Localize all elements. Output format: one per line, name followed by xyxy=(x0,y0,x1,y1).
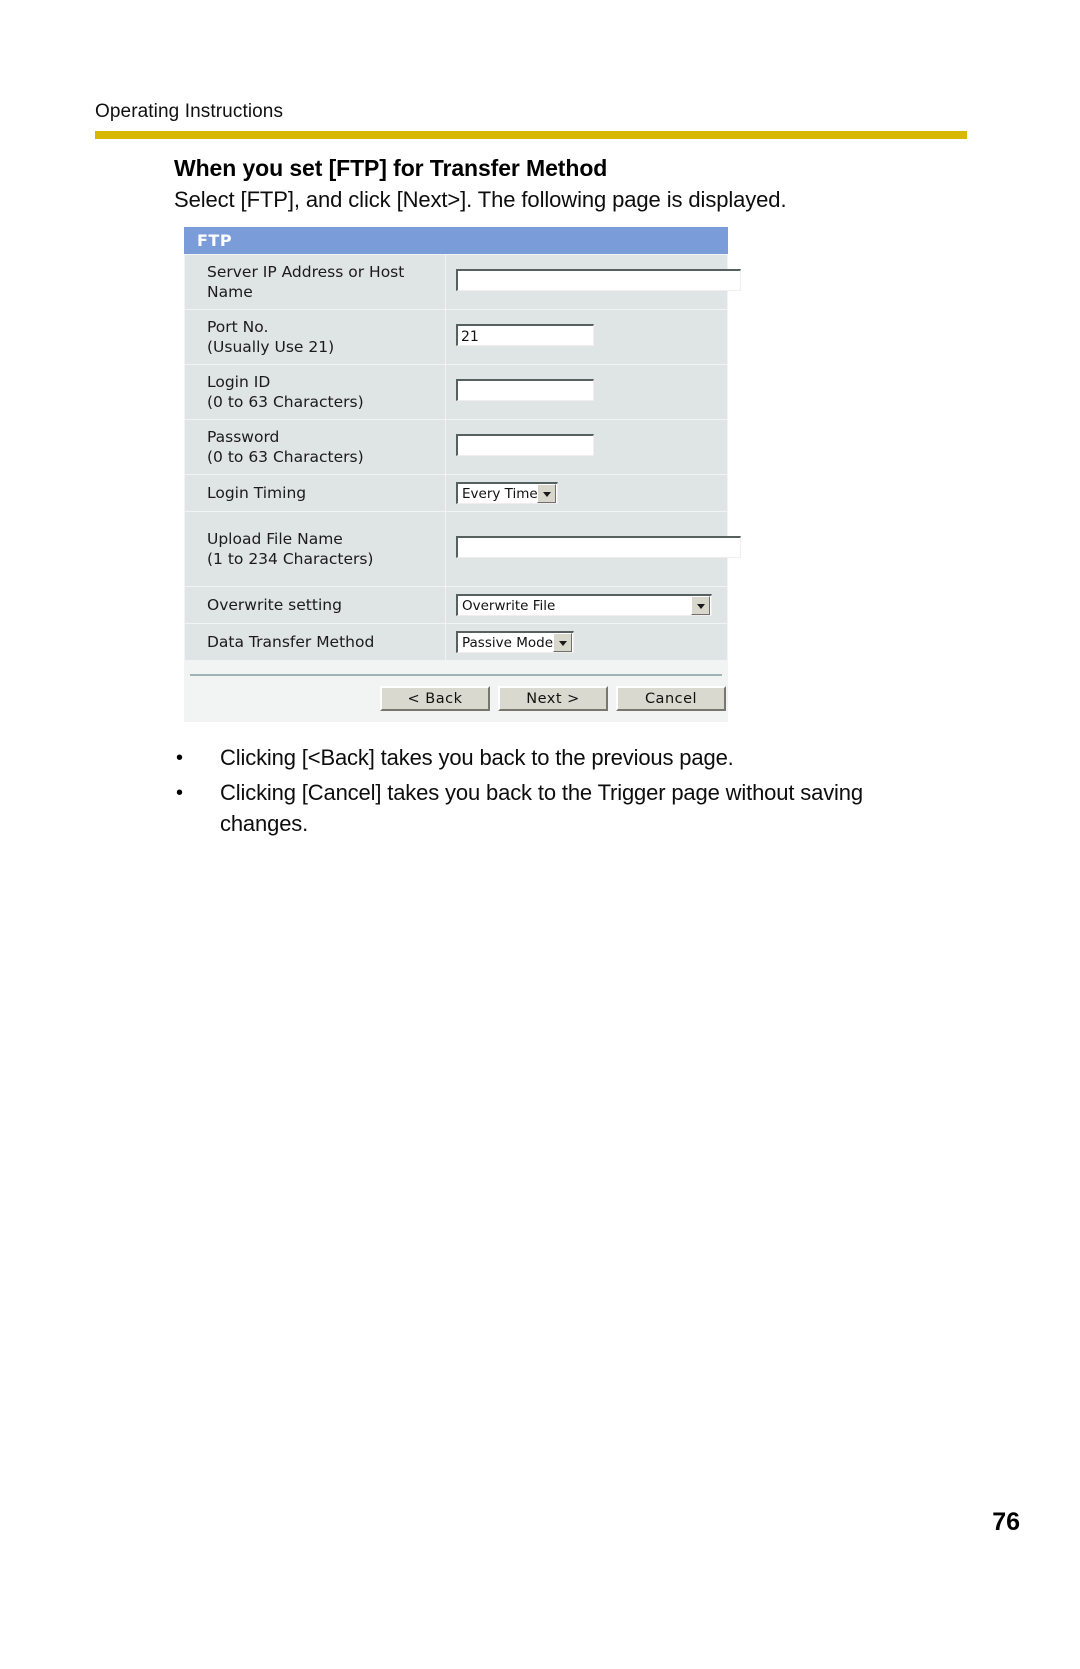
row-value-password xyxy=(445,419,728,475)
row-label-server-ip: Server IP Address or Host Name xyxy=(184,254,446,310)
bullet-icon: • xyxy=(176,747,184,769)
back-button[interactable]: < Back xyxy=(380,686,490,711)
section-lead-text: Select [FTP], and click [Next>]. The fol… xyxy=(174,187,787,212)
label-line-2: (0 to 63 Characters) xyxy=(207,448,364,466)
overwrite-setting-select[interactable]: Overwrite File xyxy=(456,594,712,616)
label-line-1: Server IP Address or Host xyxy=(207,263,405,281)
row-label-password: Password (0 to 63 Characters) xyxy=(184,419,446,475)
next-button[interactable]: Next > xyxy=(498,686,608,711)
label-line-2: (Usually Use 21) xyxy=(207,338,335,356)
label-line-1: Data Transfer Method xyxy=(207,633,375,651)
page-number: 76 xyxy=(992,1508,1020,1536)
row-value-overwrite-setting: Overwrite File xyxy=(445,586,728,624)
chevron-down-icon[interactable] xyxy=(553,633,572,652)
label-line-1: Overwrite setting xyxy=(207,596,342,614)
chevron-down-icon[interactable] xyxy=(691,596,710,615)
table-row: Port No. (Usually Use 21) 21 xyxy=(184,309,728,365)
upload-file-name-input[interactable] xyxy=(456,535,741,558)
row-value-data-transfer-method: Passive Mode xyxy=(445,623,728,661)
table-row: Server IP Address or Host Name xyxy=(184,254,741,310)
label-line-1: Password xyxy=(207,428,280,446)
chevron-down-icon[interactable] xyxy=(537,484,556,503)
row-label-upload-file-name: Upload File Name (1 to 234 Characters) xyxy=(184,511,446,587)
overwrite-setting-selected-value: Overwrite File xyxy=(462,597,556,614)
label-line-2: (0 to 63 Characters) xyxy=(207,393,364,411)
row-label-login-id: Login ID (0 to 63 Characters) xyxy=(184,364,446,420)
table-row: Password (0 to 63 Characters) xyxy=(184,419,728,475)
table-row: Overwrite setting Overwrite File xyxy=(184,586,728,624)
row-value-server-ip xyxy=(445,254,741,310)
login-timing-select[interactable]: Every Time xyxy=(456,482,558,504)
list-item: • Clicking [<Back] takes you back to the… xyxy=(174,742,934,774)
note-text: Clicking [Cancel] takes you back to the … xyxy=(220,780,863,836)
label-line-1: Login ID xyxy=(207,373,271,391)
ftp-panel-title: FTP xyxy=(197,231,233,250)
table-row: Login ID (0 to 63 Characters) xyxy=(184,364,728,420)
ftp-settings-panel: FTP Server IP Address or Host Name Port … xyxy=(184,227,741,722)
row-value-login-id xyxy=(445,364,728,420)
data-transfer-method-select[interactable]: Passive Mode xyxy=(456,631,574,653)
row-label-data-transfer-method: Data Transfer Method xyxy=(184,623,446,661)
row-value-login-timing: Every Time xyxy=(445,474,728,512)
label-line-2: Name xyxy=(207,283,253,301)
page-running-head: Operating Instructions xyxy=(95,100,967,139)
ftp-button-bar: < Back Next > Cancel xyxy=(184,676,728,722)
label-line-1: Port No. xyxy=(207,318,269,336)
header-rule xyxy=(95,131,967,139)
cancel-button[interactable]: Cancel xyxy=(616,686,726,711)
running-head-text: Operating Instructions xyxy=(95,101,284,122)
row-label-port-no: Port No. (Usually Use 21) xyxy=(184,309,446,365)
bullet-icon: • xyxy=(176,782,184,804)
table-row: Data Transfer Method Passive Mode xyxy=(184,623,728,661)
password-input[interactable] xyxy=(456,433,594,456)
port-no-input[interactable]: 21 xyxy=(456,323,594,346)
row-value-port-no: 21 xyxy=(445,309,728,365)
login-timing-selected-value: Every Time xyxy=(462,485,537,502)
label-line-2: (1 to 234 Characters) xyxy=(207,550,374,568)
row-label-overwrite-setting: Overwrite setting xyxy=(184,586,446,624)
data-transfer-method-selected-value: Passive Mode xyxy=(462,634,553,651)
label-line-1: Upload File Name xyxy=(207,530,343,548)
note-text: Clicking [<Back] takes you back to the p… xyxy=(220,745,734,770)
ftp-settings-table: Server IP Address or Host Name Port No. … xyxy=(184,254,741,661)
page-title: When you set [FTP] for Transfer Method xyxy=(174,155,608,181)
ftp-panel-titlebar: FTP xyxy=(184,227,728,254)
row-label-login-timing: Login Timing xyxy=(184,474,446,512)
notes-list: • Clicking [<Back] takes you back to the… xyxy=(174,742,934,842)
server-ip-input[interactable] xyxy=(456,268,741,291)
table-row: Login Timing Every Time xyxy=(184,474,728,512)
label-line-1: Login Timing xyxy=(207,484,307,502)
list-item: • Clicking [Cancel] takes you back to th… xyxy=(174,777,934,839)
table-row: Upload File Name (1 to 234 Characters) xyxy=(184,511,741,587)
login-id-input[interactable] xyxy=(456,378,594,401)
row-value-upload-file-name xyxy=(445,511,741,587)
